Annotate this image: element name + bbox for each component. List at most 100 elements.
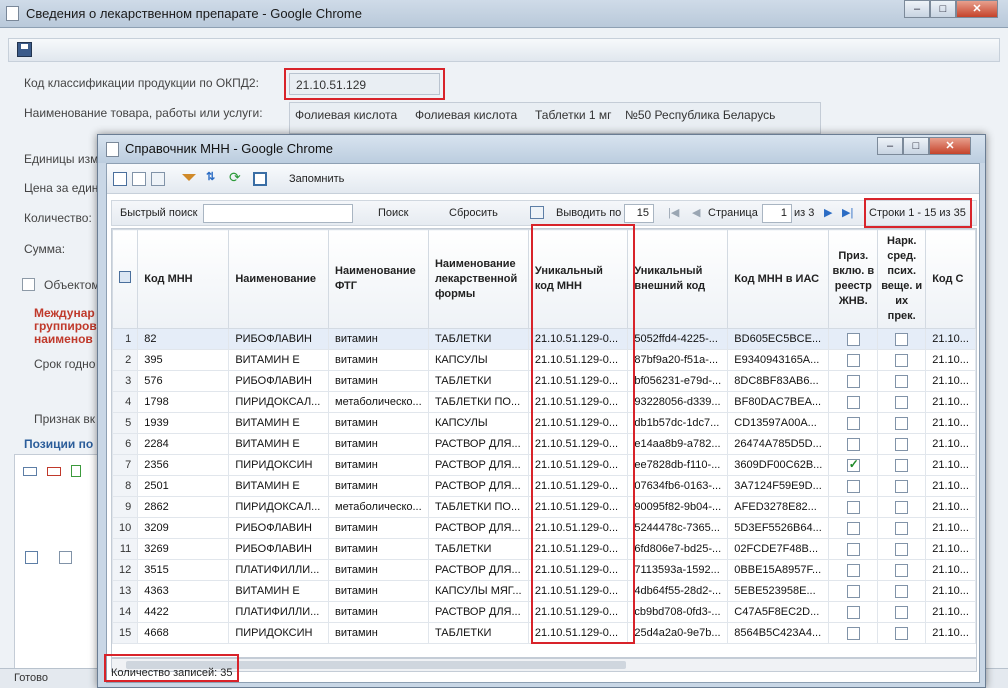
units-label: Единицы изм [24,152,99,166]
new-icon[interactable] [132,172,146,186]
columns-icon[interactable] [530,206,544,219]
per-page-input[interactable]: 15 [624,204,654,223]
checkbox[interactable] [895,521,909,535]
column-header[interactable]: Наименование [228,229,330,329]
checkbox[interactable] [895,479,909,493]
cell-ftg: метаболическо... [328,496,429,518]
checkbox[interactable] [846,374,860,388]
cell-name: ПЛАТИФИЛЛИ... [228,559,330,581]
add-row-icon[interactable] [23,467,37,476]
import-icon[interactable] [71,465,81,477]
column-header[interactable]: Уникальный внешний код [627,229,729,329]
column-header[interactable]: Код МНН в ИАС [727,229,830,329]
checkbox[interactable] [846,626,860,640]
column-header[interactable]: Код МНН [137,229,230,329]
minimize-button[interactable]: – [904,0,930,18]
checkbox[interactable] [895,542,909,556]
delete-row-icon[interactable] [47,467,61,476]
select-all-checkbox[interactable] [59,551,72,564]
last-page-icon[interactable]: ▶| [842,206,853,219]
cell-name: ПИРИДОКСАЛ... [228,391,330,413]
refresh-icon[interactable]: ⟳ [229,169,243,185]
next-page-icon[interactable]: ▶ [824,206,832,219]
row-number: 6 [112,433,139,455]
page-input[interactable]: 1 [762,204,792,223]
column-header[interactable]: Приз. вклю. в реестр ЖНВ. [828,229,879,329]
checkbox[interactable] [895,500,909,514]
cell-form: КАПСУЛЫ [427,412,529,434]
cell-ias-code: 3A7124F59E9D... [727,475,830,497]
checkbox[interactable] [895,584,909,598]
grid-icon[interactable] [112,229,139,329]
prev-page-icon[interactable]: ◀ [692,206,700,219]
cell-ftg: витамин [328,475,429,497]
cell-ftg: витамин [328,622,429,644]
cell-gnvlp [828,580,879,602]
checkbox[interactable] [846,542,860,556]
edit-icon[interactable] [113,172,127,186]
unique-code-highlight [531,224,635,644]
save-icon[interactable] [17,42,32,57]
quick-search-input[interactable] [203,204,353,223]
positions-grid[interactable] [14,454,98,686]
modal-minimize-button[interactable]: – [877,137,903,155]
records-count-highlight [104,654,239,682]
modal-close-button[interactable]: ✕ [929,137,971,155]
column-header[interactable]: Нарк. сред. псих. веще. и их прек. [877,229,927,329]
cell-form: РАСТВОР ДЛЯ... [427,475,529,497]
row-number: 10 [112,517,139,539]
checkbox[interactable] [846,395,860,409]
checkbox[interactable] [846,353,860,367]
checkbox[interactable] [895,374,909,388]
checkbox[interactable] [895,458,909,472]
checkbox[interactable] [846,584,860,598]
name-field[interactable]: Фолиевая кислота Фолиевая кислота Таблет… [289,102,821,134]
checkbox[interactable] [895,437,909,451]
checkbox[interactable] [846,500,860,514]
cell-ftg: витамин [328,454,429,476]
columns-icon[interactable] [25,551,38,564]
filter-icon[interactable] [182,174,196,181]
column-header[interactable]: Наименование ФТГ [328,229,429,329]
cell-form: ТАБЛЕТКИ [427,538,529,560]
cell-ias-code: 3609DF00C62B... [727,454,830,476]
checkbox[interactable] [846,437,860,451]
cell-kod: 21.10... [925,475,976,497]
first-page-icon[interactable]: |◀ [668,206,679,219]
checkbox[interactable] [895,416,909,430]
checkbox[interactable] [895,605,909,619]
column-header[interactable]: Наименование лекарственной формы [427,229,529,329]
remember-button[interactable]: Запомнить [289,173,344,185]
checkbox[interactable] [846,521,860,535]
checkbox[interactable] [895,353,909,367]
page-label: Страница [708,207,758,219]
close-button[interactable]: ✕ [956,0,998,18]
cell-form: РАСТВОР ДЛЯ... [427,454,529,476]
cell-form: РАСТВОР ДЛЯ... [427,433,529,455]
cell-ftg: витамин [328,370,429,392]
cell-form: КАПСУЛЫ [427,349,529,371]
cell-name: ВИТАМИН Е [228,433,330,455]
checkbox[interactable] [846,605,860,619]
row-number: 5 [112,412,139,434]
checkbox[interactable] [846,332,860,346]
checkbox[interactable] [846,479,860,493]
object-checkbox[interactable] [22,278,35,291]
checkbox[interactable] [895,395,909,409]
search-button[interactable]: Поиск [378,207,408,219]
cell-ftg: витамин [328,412,429,434]
export-icon[interactable] [253,172,267,186]
checkbox[interactable] [895,626,909,640]
checkbox[interactable] [846,563,860,577]
checkbox[interactable] [895,332,909,346]
sort-icon[interactable]: ⇅ [206,170,220,184]
checkbox[interactable] [846,416,860,430]
column-header[interactable]: Код С [925,229,976,329]
maximize-button[interactable]: □ [930,0,956,18]
checkbox[interactable] [895,563,909,577]
copy-icon[interactable] [151,172,165,186]
modal-maximize-button[interactable]: □ [903,137,929,155]
reset-button[interactable]: Сбросить [449,207,498,219]
checkbox[interactable] [846,457,860,472]
document-icon [6,6,19,21]
